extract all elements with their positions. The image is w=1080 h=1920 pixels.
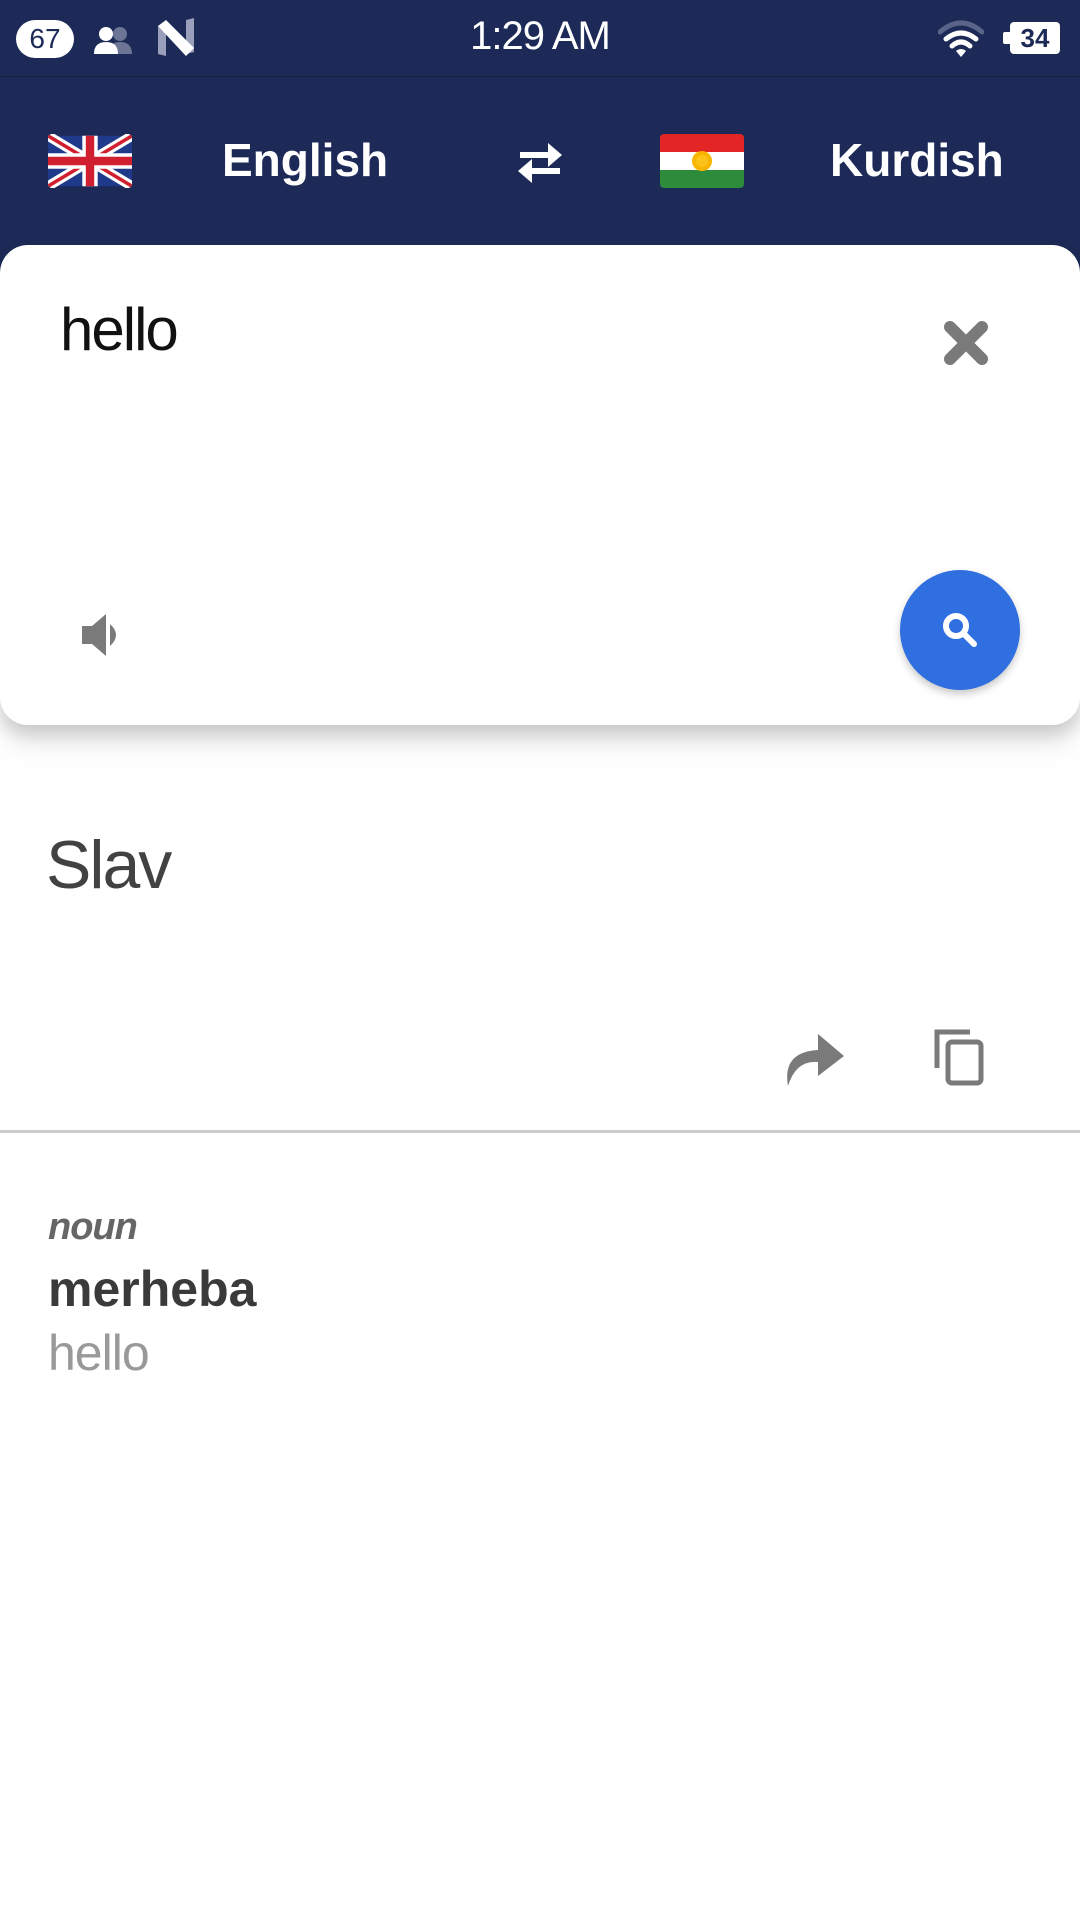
divider bbox=[0, 1130, 1080, 1133]
target-language-label[interactable]: Kurdish bbox=[830, 133, 1004, 187]
copy-icon bbox=[934, 1029, 984, 1086]
entry-gloss: hello bbox=[48, 1325, 150, 1381]
uk-flag-icon[interactable] bbox=[48, 134, 132, 188]
speak-source-button[interactable] bbox=[78, 610, 130, 660]
input-card: hello bbox=[0, 245, 1080, 725]
share-button[interactable] bbox=[782, 1030, 848, 1088]
entry-word: merheba bbox=[48, 1261, 257, 1317]
search-icon bbox=[943, 613, 977, 647]
clear-input-button[interactable] bbox=[940, 317, 992, 369]
kurdistan-flag-icon[interactable] bbox=[660, 134, 744, 188]
part-of-speech: noun bbox=[48, 1206, 138, 1248]
wifi-icon bbox=[938, 20, 984, 57]
share-icon bbox=[787, 1034, 844, 1086]
clock: 1:29 AM bbox=[470, 14, 611, 58]
source-language-label[interactable]: English bbox=[222, 133, 388, 187]
translate-button[interactable] bbox=[900, 570, 1020, 690]
close-icon bbox=[944, 321, 988, 365]
translation-result: Slav bbox=[46, 827, 172, 903]
battery-nub bbox=[1003, 32, 1010, 44]
battery-indicator: 34 bbox=[1010, 22, 1060, 54]
source-text-input[interactable]: hello bbox=[60, 295, 179, 364]
status-bar: 67 1:29 AM 34 bbox=[0, 0, 1080, 77]
swap-languages-icon[interactable] bbox=[512, 139, 568, 187]
speaker-icon bbox=[82, 614, 116, 656]
copy-button[interactable] bbox=[934, 1028, 986, 1086]
